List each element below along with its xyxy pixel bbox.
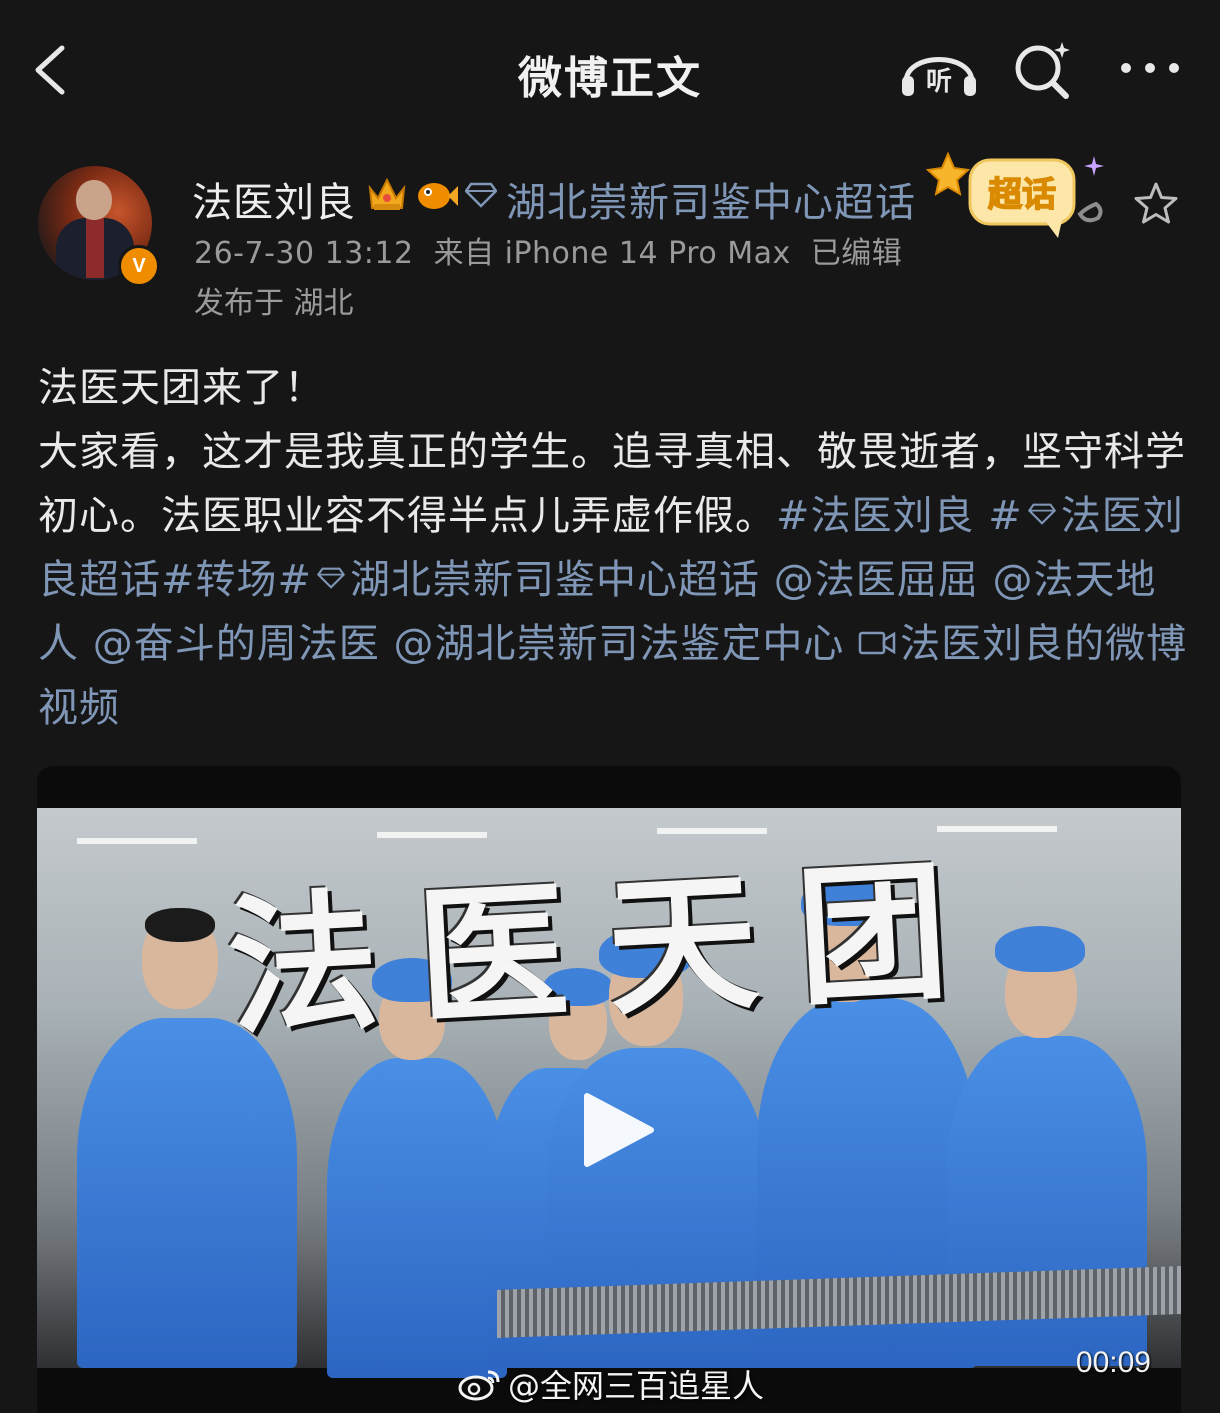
video-camera-icon bbox=[858, 631, 896, 655]
video-player[interactable]: 法医天团 00:09 bbox=[37, 766, 1181, 1413]
watermark-text: @全网三百追星人 bbox=[508, 1367, 765, 1405]
ceiling-light bbox=[77, 838, 197, 844]
author-name[interactable]: 法医刘良 bbox=[192, 170, 356, 228]
post-source: 来自 iPhone 14 Pro Max bbox=[433, 236, 791, 271]
hashtag-link[interactable]: #转场 bbox=[161, 557, 278, 603]
diamond-topic-icon bbox=[1027, 503, 1056, 525]
crown-vip-icon bbox=[368, 177, 406, 210]
hashtag-prefix: # bbox=[988, 493, 1023, 539]
post-location: 发布于 湖北 bbox=[194, 286, 354, 321]
post-text-line1: 法医天团来了！ bbox=[38, 365, 325, 411]
hashtag-link[interactable]: #法医刘良 bbox=[776, 493, 975, 539]
more-options-icon[interactable] bbox=[1118, 50, 1182, 86]
video-frame: 法医天团 bbox=[37, 808, 1181, 1378]
hashtag-prefix: # bbox=[277, 557, 313, 603]
chaohua-label: 超话 bbox=[988, 175, 1056, 215]
search-icon[interactable] bbox=[1010, 38, 1076, 100]
mention-link[interactable]: @湖北崇新司法鉴定中心 bbox=[393, 621, 844, 667]
mention-link[interactable]: @奋斗的周法医 bbox=[93, 621, 380, 667]
chaohua-badge-icon[interactable]: 超话 bbox=[926, 150, 1116, 250]
edited-label: 已编辑 bbox=[810, 236, 903, 271]
post-timestamp: 26-7-30 13:12 bbox=[194, 236, 414, 271]
avatar-tie bbox=[86, 218, 104, 278]
play-icon[interactable] bbox=[577, 1090, 657, 1170]
avatar-head bbox=[76, 180, 112, 220]
video-overlay-title: 法医天团 bbox=[223, 841, 992, 1057]
verified-badge-icon: V bbox=[118, 245, 160, 287]
fish-badge-icon bbox=[418, 183, 458, 209]
mention-link[interactable]: @法医屈屈 bbox=[774, 557, 979, 603]
hashtag-link[interactable]: # 湖北崇新司鉴中心超话 bbox=[278, 557, 761, 603]
listen-label: 听 bbox=[926, 67, 952, 97]
topic-link[interactable]: 湖北崇新司鉴中心超话 bbox=[506, 170, 916, 228]
weibo-logo-icon bbox=[458, 1370, 500, 1401]
nav-bar: 微博正文 听 bbox=[0, 0, 1220, 140]
diamond-topic-icon bbox=[316, 567, 346, 589]
post-body: 法医天团来了！ 大家看，这才是我真正的学生。追寻真相、敬畏逝者，坚守科学初心。法… bbox=[38, 356, 1188, 740]
diamond-topic-icon bbox=[465, 182, 497, 208]
video-duration: 00:09 bbox=[1075, 1346, 1151, 1379]
headphone-listen-icon[interactable]: 听 bbox=[898, 38, 980, 100]
post-meta: 26-7-30 13:12 来自 iPhone 14 Pro Max 已编辑 bbox=[194, 228, 922, 272]
watermark: @全网三百追星人 bbox=[458, 1362, 764, 1406]
hashtag-text: 湖北崇新司鉴中心超话 bbox=[350, 557, 761, 603]
star-favorite-icon[interactable] bbox=[1132, 180, 1180, 228]
